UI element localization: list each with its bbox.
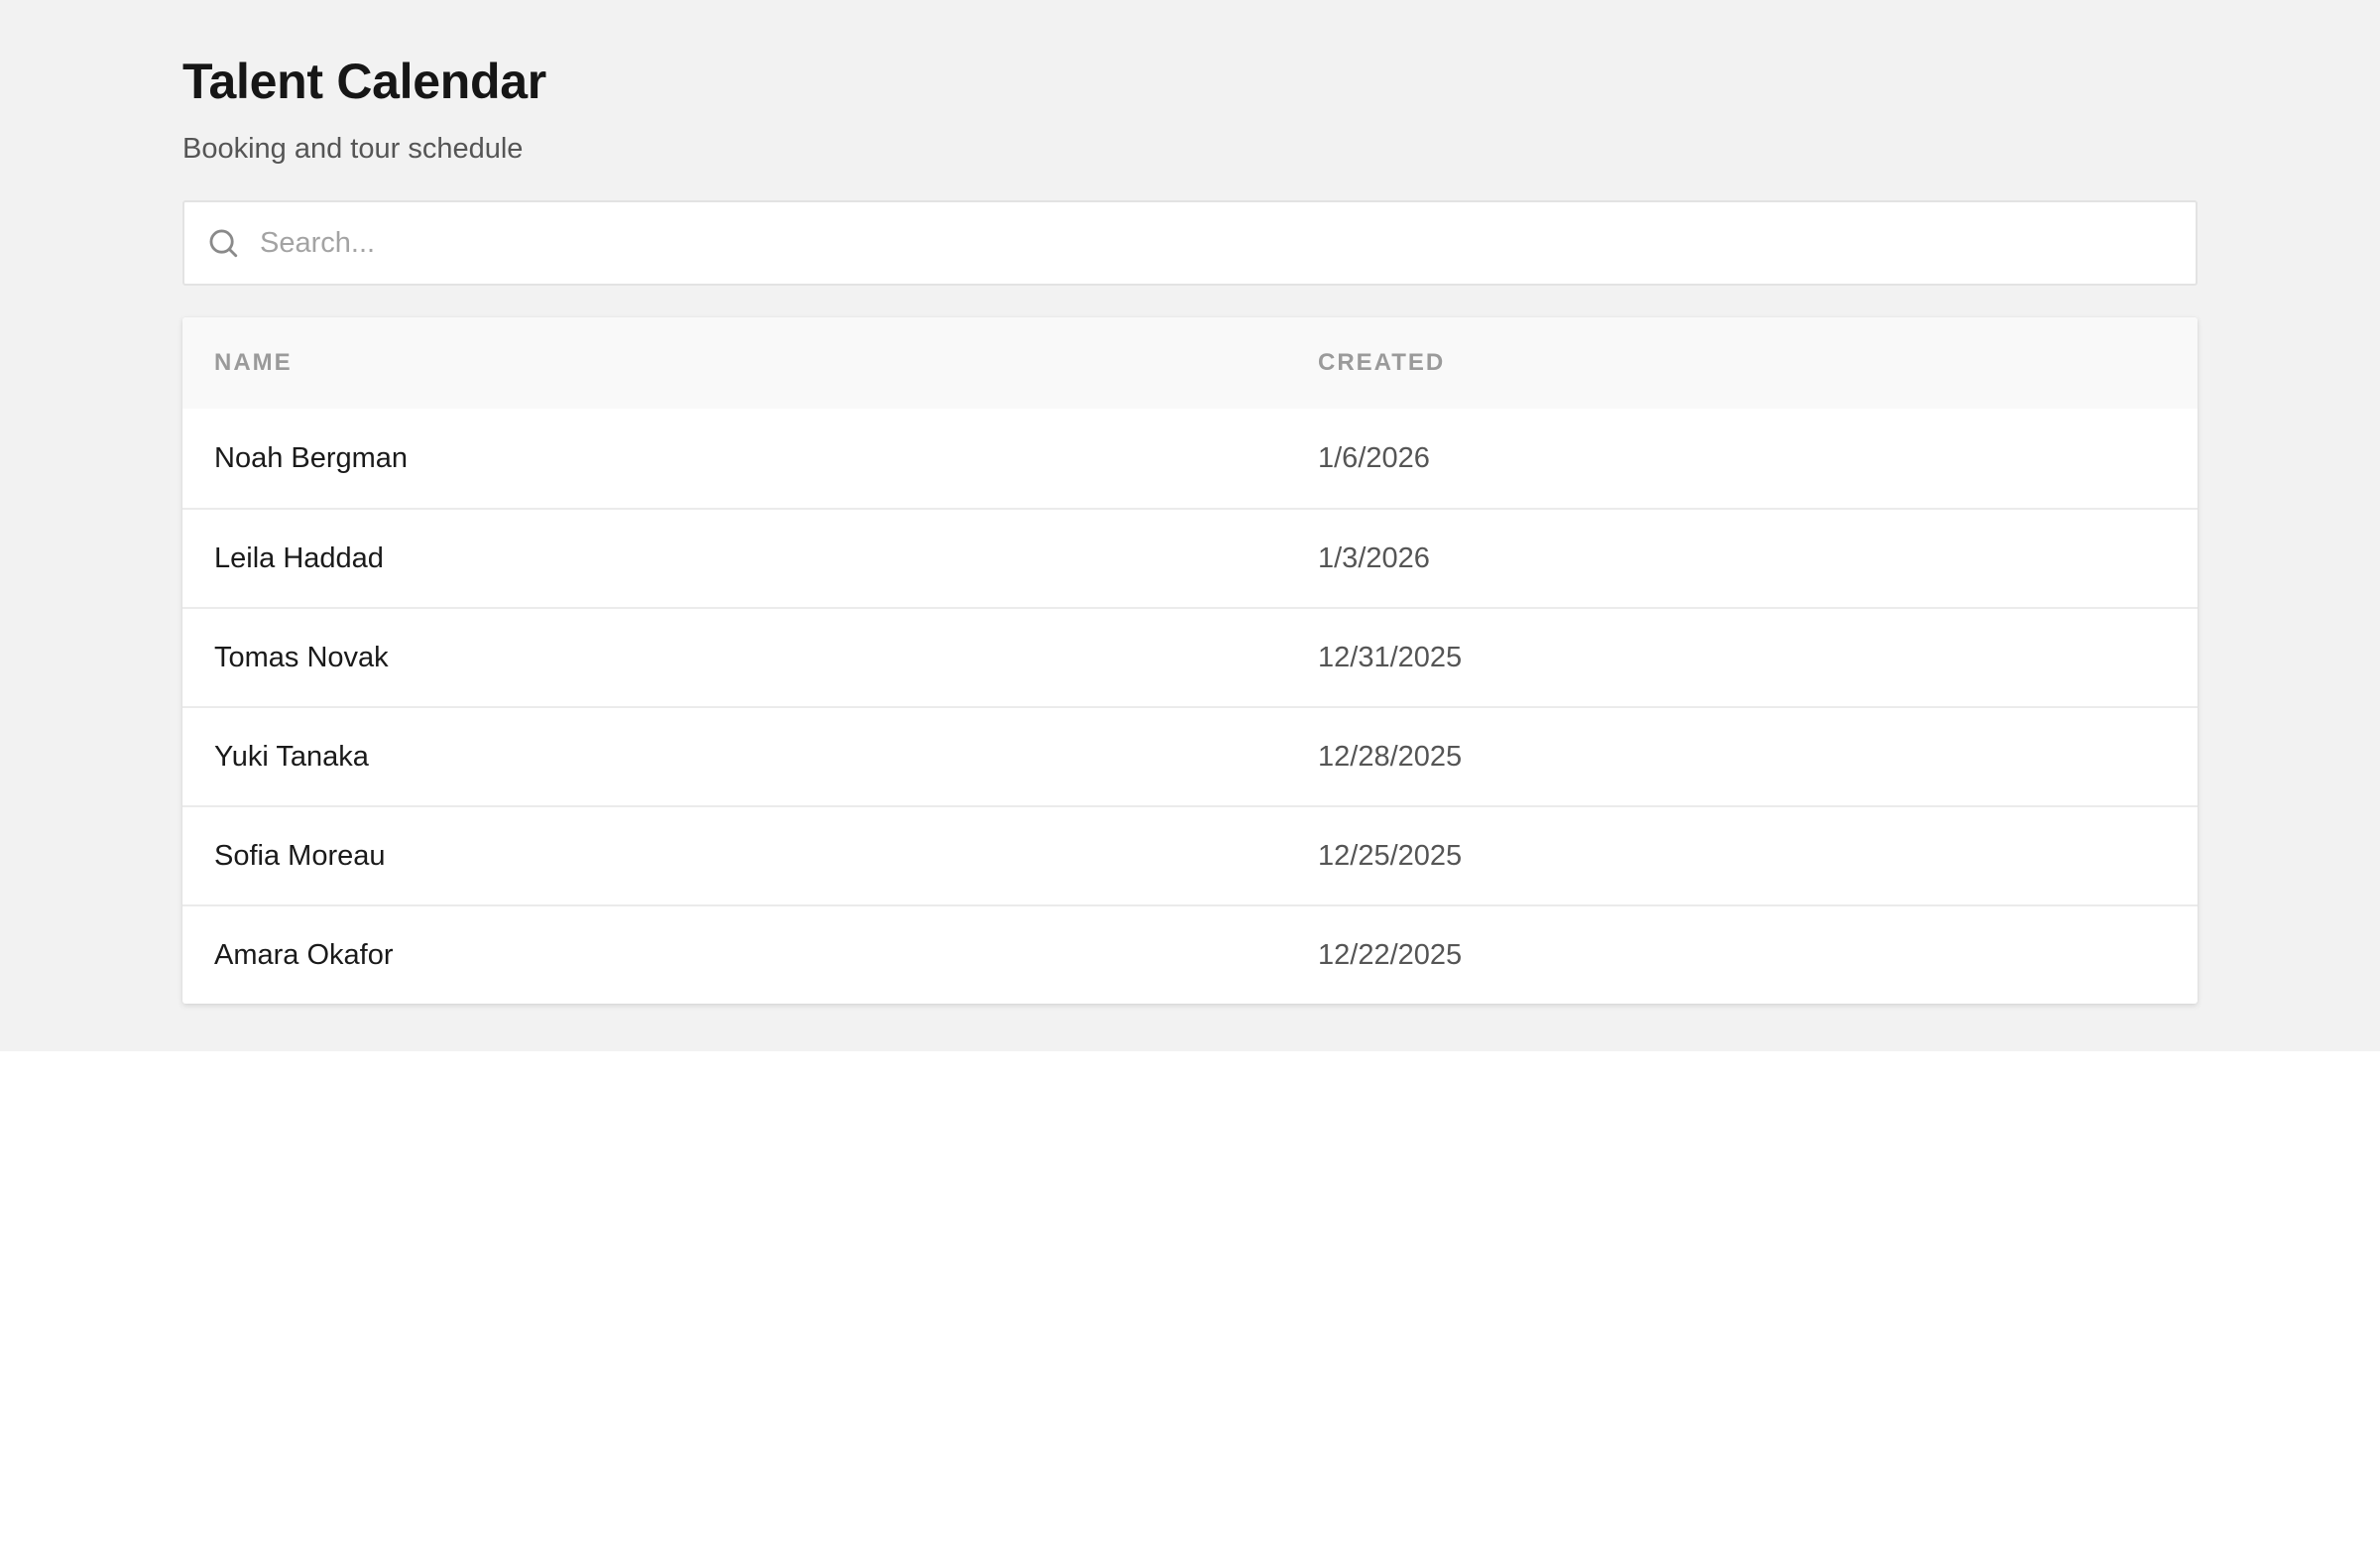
page-title: Talent Calendar	[182, 54, 546, 109]
cell-created: 12/25/2025	[1318, 839, 1463, 872]
cell-name: Yuki Tanaka	[214, 740, 369, 773]
cell-created: 12/31/2025	[1318, 641, 1463, 673]
table-row[interactable]: Yuki Tanaka 12/28/2025	[182, 706, 2198, 805]
page-subtitle: Booking and tour schedule	[182, 133, 524, 165]
table-row[interactable]: Amara Okafor 12/22/2025	[182, 904, 2198, 1004]
cell-created: 1/6/2026	[1318, 441, 1430, 474]
search-input[interactable]	[240, 202, 2196, 284]
cell-name: Leila Haddad	[214, 541, 384, 574]
search-bar[interactable]	[182, 200, 2198, 286]
table-header: NAME CREATED	[182, 317, 2198, 409]
table-body: Noah Bergman 1/6/2026 Leila Haddad 1/3/2…	[182, 409, 2198, 1004]
talent-table: NAME CREATED Noah Bergman 1/6/2026 Leila…	[182, 317, 2198, 1004]
table-row[interactable]: Tomas Novak 12/31/2025	[182, 607, 2198, 706]
column-header-created[interactable]: CREATED	[1318, 349, 1445, 377]
cell-name: Noah Bergman	[214, 441, 409, 474]
cell-created: 12/28/2025	[1318, 740, 1463, 773]
table-row[interactable]: Leila Haddad 1/3/2026	[182, 508, 2198, 607]
table-row[interactable]: Sofia Moreau 12/25/2025	[182, 805, 2198, 904]
cell-created: 1/3/2026	[1318, 541, 1430, 574]
search-icon	[209, 229, 238, 258]
cell-name: Tomas Novak	[214, 641, 389, 673]
cell-name: Amara Okafor	[214, 938, 394, 971]
table-row[interactable]: Noah Bergman 1/6/2026	[182, 409, 2198, 508]
cell-name: Sofia Moreau	[214, 839, 386, 872]
cell-created: 12/22/2025	[1318, 938, 1463, 971]
column-header-name[interactable]: NAME	[214, 349, 293, 377]
